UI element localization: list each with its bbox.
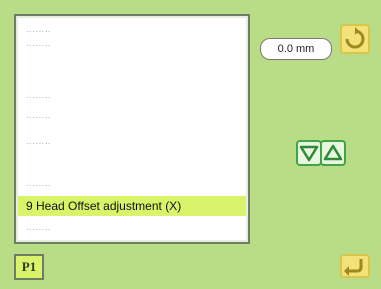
list-item[interactable]: ‥‥‥‥: [26, 24, 51, 38]
list-item[interactable]: ‥‥‥‥: [26, 110, 51, 124]
down-button[interactable]: [296, 140, 322, 166]
list-item[interactable]: ‥‥‥‥: [26, 90, 51, 104]
return-arrow-icon: [344, 259, 363, 276]
list-item[interactable]: ‥‥‥‥: [26, 222, 51, 236]
list-item[interactable]: ‥‥‥‥: [26, 178, 51, 192]
rotate-button[interactable]: [340, 24, 370, 54]
list-item[interactable]: ‥‥‥‥: [26, 136, 51, 150]
list-item-selected[interactable]: 9 Head Offset adjustment (X): [18, 196, 246, 216]
rotate-icon: [345, 27, 365, 49]
list-item[interactable]: ‥‥‥‥: [26, 38, 51, 52]
up-button[interactable]: [320, 140, 346, 166]
screen-background: ‥‥‥‥ ‥‥‥‥ ‥‥‥‥ ‥‥‥‥ ‥‥‥‥ ‥‥‥‥ 9 Head Off…: [0, 0, 381, 289]
item-list[interactable]: ‥‥‥‥ ‥‥‥‥ ‥‥‥‥ ‥‥‥‥ ‥‥‥‥ ‥‥‥‥ 9 Head Off…: [14, 14, 250, 244]
page-indicator: P1: [14, 254, 44, 280]
confirm-button[interactable]: [340, 254, 370, 278]
triangle-down-icon: [299, 145, 319, 162]
value-display: 0.0 mm: [260, 38, 332, 60]
triangle-up-icon: [323, 144, 343, 161]
